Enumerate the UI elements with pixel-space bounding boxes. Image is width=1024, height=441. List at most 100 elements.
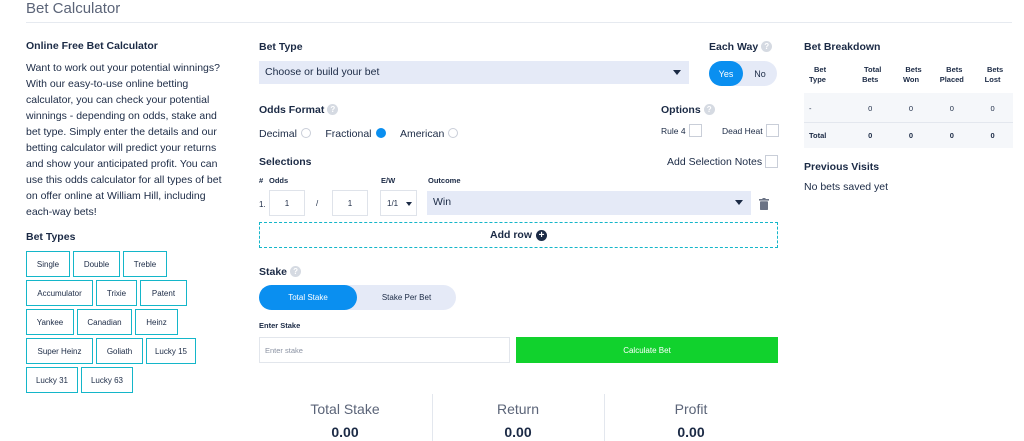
bet-type-goliath[interactable]: Goliath	[96, 338, 143, 364]
table-cell: Total	[809, 131, 827, 140]
stake-input[interactable]: Enter stake	[259, 337, 510, 363]
each-way-terms-select[interactable]: 1/1	[380, 190, 417, 216]
profit-label: Profit	[674, 401, 708, 417]
bet-type-select[interactable]: Choose or build your bet	[259, 61, 689, 84]
options-label: Options?	[661, 104, 715, 116]
table-cell: 0	[908, 131, 914, 140]
options-checkboxes: Rule 4 Dead Heat	[661, 124, 779, 137]
add-selection-notes-label: Add Selection Notes	[667, 156, 763, 168]
enter-stake-label: Enter Stake	[259, 321, 301, 330]
each-way-yes[interactable]: Yes	[709, 61, 743, 86]
each-way-label-text: Each Way	[709, 41, 759, 53]
odds-fractional-radio[interactable]	[375, 128, 386, 138]
breakdown-header-cell: Bet Type	[809, 65, 827, 84]
profit-value: 0.00	[677, 424, 705, 440]
col-header-outcome: Outcome	[428, 176, 461, 185]
odds-american-label: American	[399, 128, 445, 140]
help-icon[interactable]: ?	[703, 104, 715, 115]
chevron-down-icon	[735, 200, 743, 205]
table-row: - 0 0 0 0	[804, 93, 1013, 123]
table-cell: 0	[949, 104, 954, 113]
bet-types-heading: Bet Types	[26, 231, 76, 243]
chevron-down-icon	[406, 202, 412, 206]
outcome-select[interactable]: Win	[427, 191, 751, 215]
previous-visits-empty: No bets saved yet	[804, 181, 889, 193]
trash-icon[interactable]	[759, 198, 769, 210]
add-selection-notes: Add Selection Notes	[667, 155, 779, 168]
stake-label-text: Stake	[259, 266, 288, 278]
bet-breakdown-table: Bet Type Total Bets Bets Won Bets Placed Bet…	[804, 63, 1013, 148]
rule4-label: Rule 4	[661, 126, 686, 136]
bet-type-yankee[interactable]: Yankee	[26, 309, 74, 335]
breakdown-header-row: Bet Type Total Bets Bets Won Bets Placed Bet…	[804, 63, 1013, 93]
table-cell: 0	[908, 104, 914, 113]
bet-types-grid: Single Double Treble Accumulator Trixie …	[26, 251, 226, 393]
previous-visits-heading: Previous Visits	[804, 161, 880, 173]
odds-decimal-radio[interactable]	[300, 128, 311, 138]
bet-type-lucky-15[interactable]: Lucky 15	[146, 338, 196, 364]
each-way-no[interactable]: No	[743, 61, 777, 86]
bet-type-lucky-63[interactable]: Lucky 63	[81, 367, 133, 393]
help-icon[interactable]: ?	[290, 266, 302, 277]
selections-label: Selections	[259, 156, 312, 168]
stake-mode-toggle[interactable]: Total Stake Stake Per Bet	[259, 285, 456, 310]
bet-type-heinz[interactable]: Heinz	[135, 309, 178, 335]
bet-type-super-heinz[interactable]: Super Heinz	[26, 338, 93, 364]
bet-type-trixie[interactable]: Trixie	[96, 280, 137, 306]
total-stake-label: Total Stake	[310, 401, 380, 417]
bet-type-select-value: Choose or build your bet	[265, 66, 380, 78]
breakdown-header-cell: Total Bets	[862, 65, 882, 84]
odds-denominator-input[interactable]: 1	[332, 190, 368, 216]
breakdown-header-cell: Bets Won	[902, 65, 922, 84]
col-header-num: #	[259, 176, 264, 185]
bet-type-double[interactable]: Double	[73, 251, 120, 277]
table-cell: 0	[868, 131, 873, 140]
summary-divider	[432, 394, 433, 441]
each-way-toggle[interactable]: Yes No	[709, 61, 777, 86]
odds-format-label-text: Odds Format	[259, 104, 325, 116]
bet-type-patent[interactable]: Patent	[140, 280, 187, 306]
tab-total-stake[interactable]: Total Stake	[259, 285, 357, 310]
dead-heat-checkbox[interactable]	[765, 124, 779, 137]
plus-icon: +	[536, 229, 547, 241]
selection-row-number: 1.	[259, 200, 266, 209]
col-header-ew: E/W	[381, 176, 396, 185]
intro-text: Want to work out your potential winnings…	[26, 62, 222, 218]
add-row-button[interactable]: Add row +	[259, 222, 778, 248]
odds-format-options: Decimal Fractional American	[259, 124, 459, 142]
return-label: Return	[496, 401, 540, 417]
add-selection-notes-checkbox[interactable]	[765, 155, 779, 168]
intro-panel: Online Free Bet Calculator Want to work …	[26, 40, 231, 220]
bet-type-treble[interactable]: Treble	[123, 251, 167, 277]
breakdown-header-cell: Bets Placed	[939, 65, 964, 84]
table-row-total: Total 0 0 0 0	[804, 123, 1013, 148]
calculate-bet-button[interactable]: Calculate Bet	[516, 337, 778, 363]
help-icon[interactable]: ?	[327, 104, 339, 115]
col-header-odds: Odds	[269, 176, 289, 185]
dead-heat-label: Dead Heat	[721, 126, 763, 136]
odds-numerator-input[interactable]: 1	[269, 190, 305, 216]
bet-type-lucky-31[interactable]: Lucky 31	[26, 367, 78, 393]
odds-decimal-label: Decimal	[259, 128, 297, 140]
stake-label: Stake?	[259, 266, 302, 278]
bet-type-single[interactable]: Single	[26, 251, 70, 277]
help-icon[interactable]: ?	[761, 41, 773, 52]
table-cell: 0	[949, 131, 954, 140]
odds-format-label: Odds Format?	[259, 104, 339, 116]
total-stake-value: 0.00	[331, 424, 359, 440]
each-way-terms-value: 1/1	[387, 198, 399, 208]
table-cell: 0	[990, 131, 995, 140]
odds-american-radio[interactable]	[448, 128, 459, 138]
rule4-checkbox[interactable]	[688, 124, 702, 137]
title-divider	[26, 22, 1012, 23]
table-cell: 0	[990, 104, 995, 113]
chevron-down-icon	[673, 70, 681, 75]
bet-type-canadian[interactable]: Canadian	[77, 309, 132, 335]
tab-stake-per-bet[interactable]: Stake Per Bet	[357, 285, 456, 310]
outcome-select-value: Win	[433, 196, 452, 208]
odds-fractional-label: Fractional	[325, 128, 372, 140]
bet-type-accumulator[interactable]: Accumulator	[26, 280, 93, 306]
add-row-label: Add row	[490, 229, 532, 241]
odds-separator: /	[316, 199, 319, 208]
page-title: Bet Calculator	[26, 0, 121, 17]
